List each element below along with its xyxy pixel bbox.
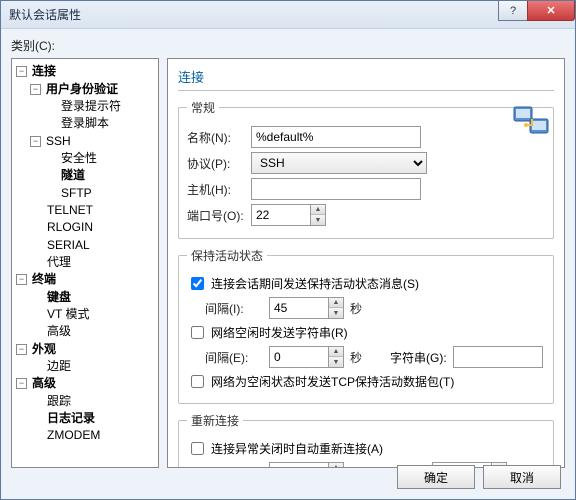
keepalive-legend: 保持活动状态 xyxy=(187,247,267,264)
reconnect-legend: 重新连接 xyxy=(187,412,243,429)
dialog-body: 类别(C): −连接 −用户身份验证 登录提示符 登录脚本 xyxy=(1,29,575,499)
tree-toggle-icon[interactable]: − xyxy=(16,66,27,77)
tree-toggle-icon[interactable]: − xyxy=(30,136,41,147)
tree-item-proxy[interactable]: 代理 xyxy=(45,255,73,269)
tree-item-zmodem[interactable]: ZMODEM xyxy=(45,428,102,442)
dialog-buttons: 确定 取消 xyxy=(397,465,561,489)
idle-send-label: 网络空闲时发送字符串(R) xyxy=(211,324,348,341)
seconds-unit: 秒 xyxy=(350,300,362,317)
interval-label: 间隔(I): xyxy=(205,300,263,317)
spin-up-icon[interactable]: ▲ xyxy=(311,205,325,215)
string-label: 字符串(G): xyxy=(390,349,447,366)
interval2-input[interactable] xyxy=(269,346,329,368)
tree-toggle-icon[interactable]: − xyxy=(16,378,27,389)
tree-toggle-icon[interactable]: − xyxy=(16,274,27,285)
tcp-keepalive-row[interactable]: 网络为空闲状态时发送TCP保持活动数据包(T) xyxy=(187,372,545,391)
tcp-keepalive-checkbox[interactable] xyxy=(191,375,204,388)
spin-down-icon[interactable]: ▼ xyxy=(329,357,343,367)
tree-toggle-icon[interactable]: − xyxy=(30,84,41,95)
host-input[interactable] xyxy=(251,178,421,200)
tree-item-auth[interactable]: 用户身份验证 xyxy=(44,82,120,96)
spin-down-icon[interactable]: ▼ xyxy=(311,215,325,225)
port-label: 端口号(O): xyxy=(187,207,245,224)
tree-item-trace[interactable]: 跟踪 xyxy=(45,394,73,408)
idle-send-row[interactable]: 网络空闲时发送字符串(R) xyxy=(187,323,545,342)
tree-toggle-icon[interactable]: − xyxy=(16,344,27,355)
tree-item-vtmode[interactable]: VT 模式 xyxy=(45,307,91,321)
panes: −连接 −用户身份验证 登录提示符 登录脚本 −SSH xyxy=(11,58,565,468)
tree-item-keyboard[interactable]: 键盘 xyxy=(45,290,73,304)
protocol-label: 协议(P): xyxy=(187,155,245,172)
tree-item-rlogin[interactable]: RLOGIN xyxy=(45,220,95,234)
tree-item-advanced[interactable]: 高级 xyxy=(30,376,58,390)
tree-item-login-prompt[interactable]: 登录提示符 xyxy=(59,99,123,113)
keepalive-enable-label: 连接会话期间发送保持活动状态消息(S) xyxy=(211,275,419,292)
keepalive-checkbox-row[interactable]: 连接会话期间发送保持活动状态消息(S) xyxy=(187,274,545,293)
tree-item-serial[interactable]: SERIAL xyxy=(45,238,92,252)
auto-reconnect-row[interactable]: 连接异常关闭时自动重新连接(A) xyxy=(187,439,545,458)
general-group: 常规 名称(N): 协议(P): SSH 主机(H): 端口号(O): xyxy=(178,99,554,239)
keepalive-enable-checkbox[interactable] xyxy=(191,277,204,290)
auto-reconnect-label: 连接异常关闭时自动重新连接(A) xyxy=(211,440,383,457)
tree-item-connection[interactable]: 连接 xyxy=(30,64,58,78)
category-tree[interactable]: −连接 −用户身份验证 登录提示符 登录脚本 −SSH xyxy=(11,58,159,468)
string-input[interactable] xyxy=(453,346,543,368)
seconds-unit: 秒 xyxy=(350,349,362,366)
name-label: 名称(N): xyxy=(187,129,245,146)
ok-button[interactable]: 确定 xyxy=(397,465,475,489)
tree-item-login-script[interactable]: 登录脚本 xyxy=(59,116,111,130)
reconnect-group: 重新连接 连接异常关闭时自动重新连接(A) 间隔(V): ▲▼ 秒 限制(L xyxy=(178,412,554,468)
tree-item-log[interactable]: 日志记录 xyxy=(45,411,97,425)
general-legend: 常规 xyxy=(187,99,219,116)
tree-item-ssh[interactable]: SSH xyxy=(44,134,73,148)
auto-reconnect-checkbox[interactable] xyxy=(191,442,204,455)
tree-item-telnet[interactable]: TELNET xyxy=(45,203,95,217)
category-label: 类别(C): xyxy=(11,37,565,54)
interval2-label: 间隔(E): xyxy=(205,349,263,366)
connection-icon xyxy=(512,101,552,141)
port-input[interactable] xyxy=(251,204,311,226)
window-title: 默认会话属性 xyxy=(9,6,81,23)
protocol-select[interactable]: SSH xyxy=(251,152,427,174)
spin-up-icon[interactable]: ▲ xyxy=(329,463,343,468)
dialog-window: 默认会话属性 ? ✕ 类别(C): −连接 −用户身份验证 登录提示符 xyxy=(0,0,576,500)
name-input[interactable] xyxy=(251,126,421,148)
titlebar: 默认会话属性 ? ✕ xyxy=(1,1,575,29)
tree-item-margin[interactable]: 边距 xyxy=(45,359,73,373)
tree-item-sftp[interactable]: SFTP xyxy=(59,186,94,200)
reconnect-interval-label: 间隔(V): xyxy=(205,465,263,469)
tree-item-security[interactable]: 安全性 xyxy=(59,151,99,165)
cancel-button[interactable]: 取消 xyxy=(483,465,561,489)
tree-item-terminal[interactable]: 终端 xyxy=(30,272,58,286)
tree-item-tunnel[interactable]: 隧道 xyxy=(59,168,87,182)
settings-pane: 连接 常规 名称(N): 协议(P): SSH 主机(H): xyxy=(167,58,565,468)
pane-heading: 连接 xyxy=(178,67,554,91)
keepalive-group: 保持活动状态 连接会话期间发送保持活动状态消息(S) 间隔(I): ▲▼ 秒 xyxy=(178,247,554,404)
window-controls: ? ✕ xyxy=(499,1,575,21)
help-button[interactable]: ? xyxy=(498,1,528,21)
close-button[interactable]: ✕ xyxy=(527,1,575,21)
spin-down-icon[interactable]: ▼ xyxy=(329,308,343,318)
tcp-keepalive-label: 网络为空闲状态时发送TCP保持活动数据包(T) xyxy=(211,373,454,390)
spin-up-icon[interactable]: ▲ xyxy=(329,347,343,357)
tree-item-advanced-term[interactable]: 高级 xyxy=(45,324,73,338)
host-label: 主机(H): xyxy=(187,181,245,198)
reconnect-interval-input[interactable] xyxy=(269,462,329,468)
idle-send-checkbox[interactable] xyxy=(191,326,204,339)
interval-input[interactable] xyxy=(269,297,329,319)
tree-item-appearance[interactable]: 外观 xyxy=(30,342,58,356)
spin-up-icon[interactable]: ▲ xyxy=(329,298,343,308)
seconds-unit: 秒 xyxy=(350,465,362,469)
